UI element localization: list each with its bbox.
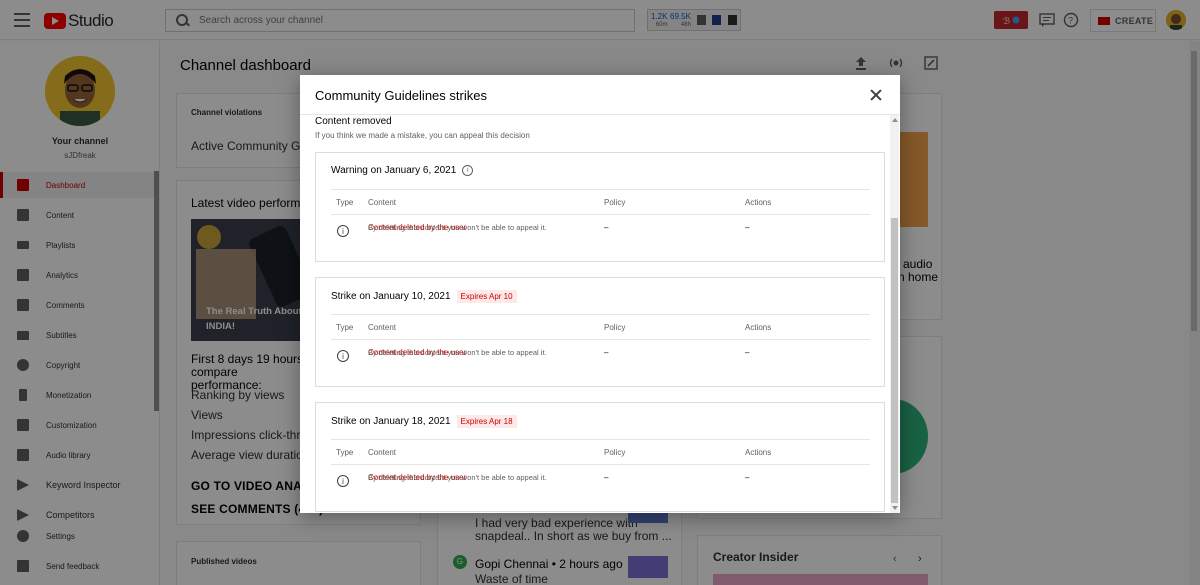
dialog-header: Community Guidelines strikes [300, 75, 900, 115]
dialog-title: Community Guidelines strikes [315, 88, 487, 103]
strike-table-header: Type Content Policy Actions [331, 439, 870, 465]
strike-heading: Strike on January 18, 2021 Expires Apr 1… [331, 415, 517, 428]
strike-desc: By deleting this content you won't be ab… [368, 348, 547, 357]
strike-card: Strike on January 18, 2021 Expires Apr 1… [315, 402, 885, 512]
strike-table-row: i Content deleted by the user By deletin… [331, 465, 870, 505]
section-title: Content removed [315, 116, 392, 127]
col-content: Content [368, 448, 397, 457]
strike-heading: Strike on January 10, 2021 Expires Apr 1… [331, 290, 517, 303]
strike-desc: By deleting this content you won't be ab… [368, 473, 547, 482]
scroll-down-icon[interactable] [892, 506, 898, 510]
strike-actions: – [745, 348, 750, 357]
col-policy: Policy [604, 448, 626, 457]
strike-policy: – [604, 473, 609, 482]
col-content: Content [368, 323, 397, 332]
strike-table-row: i Content deleted by the user By deletin… [331, 215, 870, 255]
strike-actions: – [745, 473, 750, 482]
info-icon: i [337, 225, 349, 237]
strike-table-header: Type Content Policy Actions [331, 189, 870, 215]
col-policy: Policy [604, 323, 626, 332]
strike-card: Warning on January 6, 2021 i Type Conten… [315, 152, 885, 262]
strike-policy: – [604, 223, 609, 232]
expiry-badge: Expires Apr 18 [456, 415, 517, 428]
section-subtitle: If you think we made a mistake, you can … [315, 131, 530, 140]
dialog-scrollbar[interactable] [890, 115, 899, 513]
info-icon[interactable]: i [462, 165, 474, 176]
col-policy: Policy [604, 198, 626, 207]
strike-heading-text: Strike on January 18, 2021 [331, 416, 451, 427]
col-actions: Actions [745, 323, 772, 332]
col-actions: Actions [745, 198, 772, 207]
expiry-badge: Expires Apr 10 [456, 290, 517, 303]
col-type: Type [336, 448, 354, 457]
info-icon: i [337, 350, 349, 362]
close-icon[interactable] [869, 88, 883, 102]
strike-card: Strike on January 10, 2021 Expires Apr 1… [315, 277, 885, 387]
dialog-scrollbar-thumb[interactable] [891, 218, 898, 503]
strike-heading: Warning on January 6, 2021 i [331, 165, 474, 176]
strike-heading-text: Strike on January 10, 2021 [331, 291, 451, 302]
info-icon: i [337, 475, 349, 487]
strike-table-row: i Content deleted by the user By deletin… [331, 340, 870, 380]
col-actions: Actions [745, 448, 772, 457]
scroll-up-icon[interactable] [892, 118, 898, 122]
col-type: Type [336, 323, 354, 332]
dialog-body: Content removed If you think we made a m… [300, 116, 890, 513]
strike-heading-text: Warning on January 6, 2021 [331, 165, 457, 176]
strike-table-header: Type Content Policy Actions [331, 314, 870, 340]
col-content: Content [368, 198, 397, 207]
strike-desc: By deleting this content you won't be ab… [368, 223, 547, 232]
col-type: Type [336, 198, 354, 207]
community-guidelines-dialog: Community Guidelines strikes Content rem… [300, 75, 900, 513]
strike-policy: – [604, 348, 609, 357]
strike-actions: – [745, 223, 750, 232]
